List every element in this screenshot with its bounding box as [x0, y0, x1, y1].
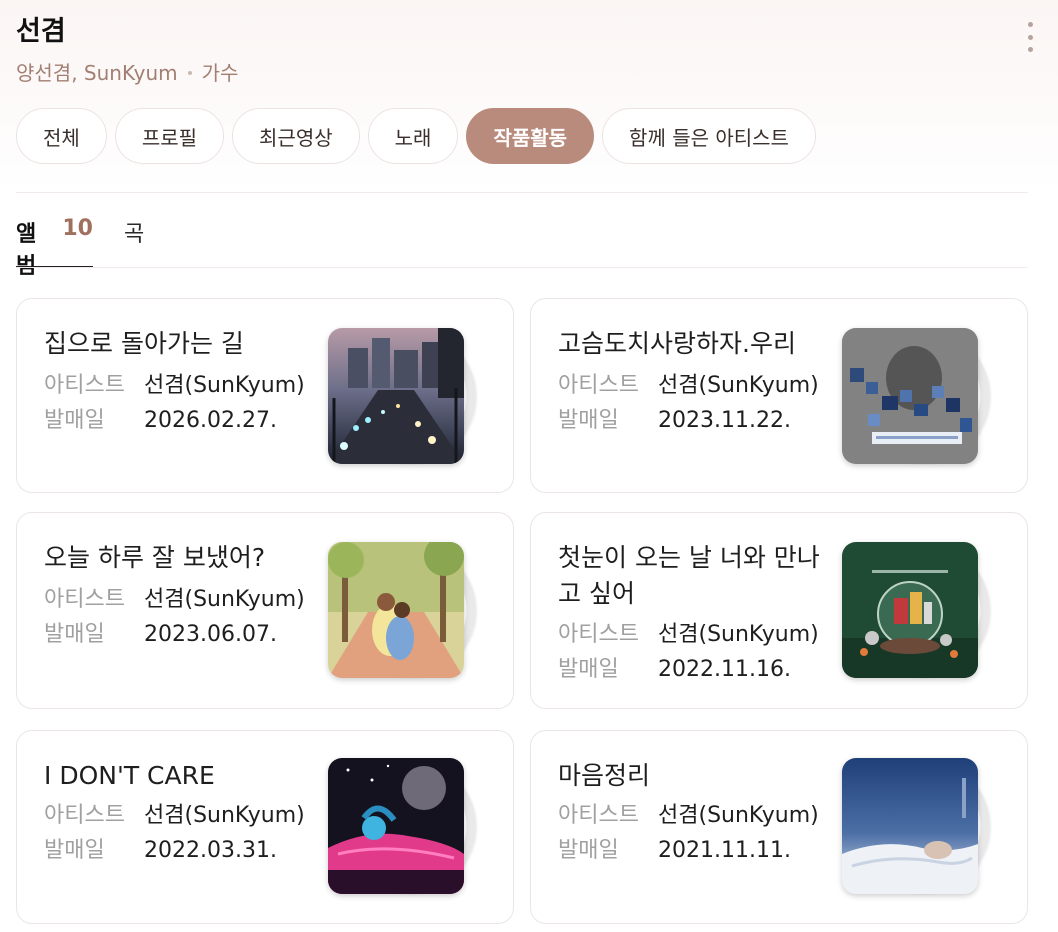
night-city-road-cover-icon [328, 328, 464, 464]
album-meta: 아티스트 선겸(SunKyum) 발매일 2022.11.16. [558, 617, 819, 687]
album-cover[interactable] [328, 328, 480, 464]
album-title: 고슴도치사랑하자.우리 [558, 329, 796, 358]
tab-related-artists[interactable]: 함께 들은 아티스트 [602, 108, 816, 164]
artist-label: 아티스트 [44, 373, 125, 398]
separator-dot [187, 71, 192, 75]
album-title: 마음정리 [558, 761, 651, 790]
album-meta: 아티스트 선겸(SunKyum) 발매일 2023.11.22. [558, 368, 819, 438]
artist-name: 선겸 [16, 16, 66, 47]
album-cover[interactable] [842, 542, 994, 678]
subtab-albums-label: 앨범 [16, 222, 37, 279]
release-date: 2023.06.07. [144, 622, 277, 647]
album-title: 첫눈이 오는 날 너와 만나고 싶어 [558, 543, 820, 608]
tab-works[interactable]: 작품활동 [466, 108, 595, 164]
section-divider [16, 192, 1028, 193]
release-date-label: 발매일 [44, 622, 105, 647]
subtab-divider [16, 267, 1028, 268]
release-date: 2026.02.27. [144, 408, 277, 433]
album-artist[interactable]: 선겸(SunKyum) [658, 617, 819, 652]
album-meta: 아티스트 선겸(SunKyum) 발매일 2026.02.27. [44, 368, 305, 438]
tab-profile[interactable]: 프로필 [114, 108, 225, 164]
artist-header: 선겸 양선겸, SunKyum 가수 [16, 14, 1042, 94]
album-cover[interactable] [328, 758, 480, 894]
snow-globe-cover-icon [842, 542, 978, 678]
album-card[interactable]: 마음정리 아티스트 선겸(SunKyum) 발매일 2021.11.11. [530, 730, 1028, 924]
album-title: 집으로 돌아가는 길 [44, 329, 244, 358]
artist-label: 아티스트 [44, 587, 125, 612]
tab-all[interactable]: 전체 [16, 108, 107, 164]
release-date-label: 발매일 [558, 657, 619, 682]
album-cover[interactable] [842, 758, 994, 894]
album-cover[interactable] [842, 328, 994, 464]
album-card[interactable]: 첫눈이 오는 날 너와 만나고 싶어 아티스트 선겸(SunKyum) 발매일 20… [530, 512, 1028, 709]
more-dot-icon [1027, 47, 1033, 52]
album-meta: 아티스트 선겸(SunKyum) 발매일 2023.06.07. [44, 582, 305, 652]
album-cover[interactable] [328, 542, 480, 678]
album-title: 오늘 하루 잘 보냈어? [44, 543, 266, 572]
album-card[interactable]: 고슴도치사랑하자.우리 아티스트 선겸(SunKyum) 발매일 2023.11.2… [530, 298, 1028, 493]
album-meta: 아티스트 선겸(SunKyum) 발매일 2021.11.11. [558, 798, 819, 868]
album-meta: 아티스트 선겸(SunKyum) 발매일 2022.03.31. [44, 798, 305, 868]
album-artist[interactable]: 선겸(SunKyum) [144, 582, 305, 617]
more-dot-icon [1027, 22, 1033, 27]
release-date-label: 발매일 [44, 408, 105, 433]
tab-songs[interactable]: 노래 [367, 108, 459, 164]
pink-car-cover-icon [328, 758, 464, 894]
more-options-button[interactable] [1022, 22, 1038, 52]
more-dot-icon [1027, 34, 1033, 40]
album-artist[interactable]: 선겸(SunKyum) [658, 798, 819, 833]
tab-recent-videos[interactable]: 최근영상 [232, 108, 360, 164]
artist-label: 아티스트 [44, 803, 125, 828]
album-count: 10 [62, 216, 93, 241]
album-card[interactable]: I DON'T CARE 아티스트 선겸(SunKyum) 발매일 2022.03.… [16, 730, 514, 924]
artist-page: 선겸 양선겸, SunKyum 가수 전체 프로필 최근영상 노래 작품활동 함… [0, 0, 1058, 932]
album-grid: 집으로 돌아가는 길 아티스트 선겸(SunKyum) 발매일 2026.02.27… [16, 298, 1029, 926]
release-date-label: 발매일 [44, 838, 105, 863]
artist-label: 아티스트 [558, 373, 639, 398]
release-date-label: 발매일 [558, 408, 619, 433]
release-date: 2022.03.31. [144, 838, 277, 863]
illustrated-hug-cover-icon [328, 542, 464, 678]
artist-subtitle: 양선겸, SunKyum 가수 [16, 60, 1042, 86]
album-card[interactable]: 오늘 하루 잘 보냈어? 아티스트 선겸(SunKyum) 발매일 2023.06.… [16, 512, 514, 709]
pixelated-portrait-cover-icon [842, 328, 978, 464]
release-date: 2022.11.16. [658, 657, 791, 682]
subtab-albums[interactable]: 앨범 10 [16, 210, 93, 279]
artist-label: 아티스트 [558, 622, 639, 647]
album-artist[interactable]: 선겸(SunKyum) [658, 368, 819, 403]
album-title: I DON'T CARE [44, 761, 215, 790]
album-card[interactable]: 집으로 돌아가는 길 아티스트 선겸(SunKyum) 발매일 2026.02.27… [16, 298, 514, 493]
category-tabs: 전체 프로필 최근영상 노래 작품활동 함께 들은 아티스트 [16, 108, 816, 164]
album-artist[interactable]: 선겸(SunKyum) [144, 368, 305, 403]
release-date: 2021.11.11. [658, 838, 791, 863]
subtab-songs[interactable]: 곡 [124, 210, 144, 268]
works-subtabs: 앨범 10 곡 [16, 210, 144, 279]
release-date: 2023.11.22. [658, 408, 791, 433]
artist-aliases: 양선겸, SunKyum [16, 61, 178, 85]
release-date-label: 발매일 [558, 838, 619, 863]
album-artist[interactable]: 선겸(SunKyum) [144, 798, 305, 833]
sleeping-figure-cover-icon [842, 758, 978, 894]
artist-label: 아티스트 [558, 803, 639, 828]
artist-role: 가수 [201, 61, 239, 85]
